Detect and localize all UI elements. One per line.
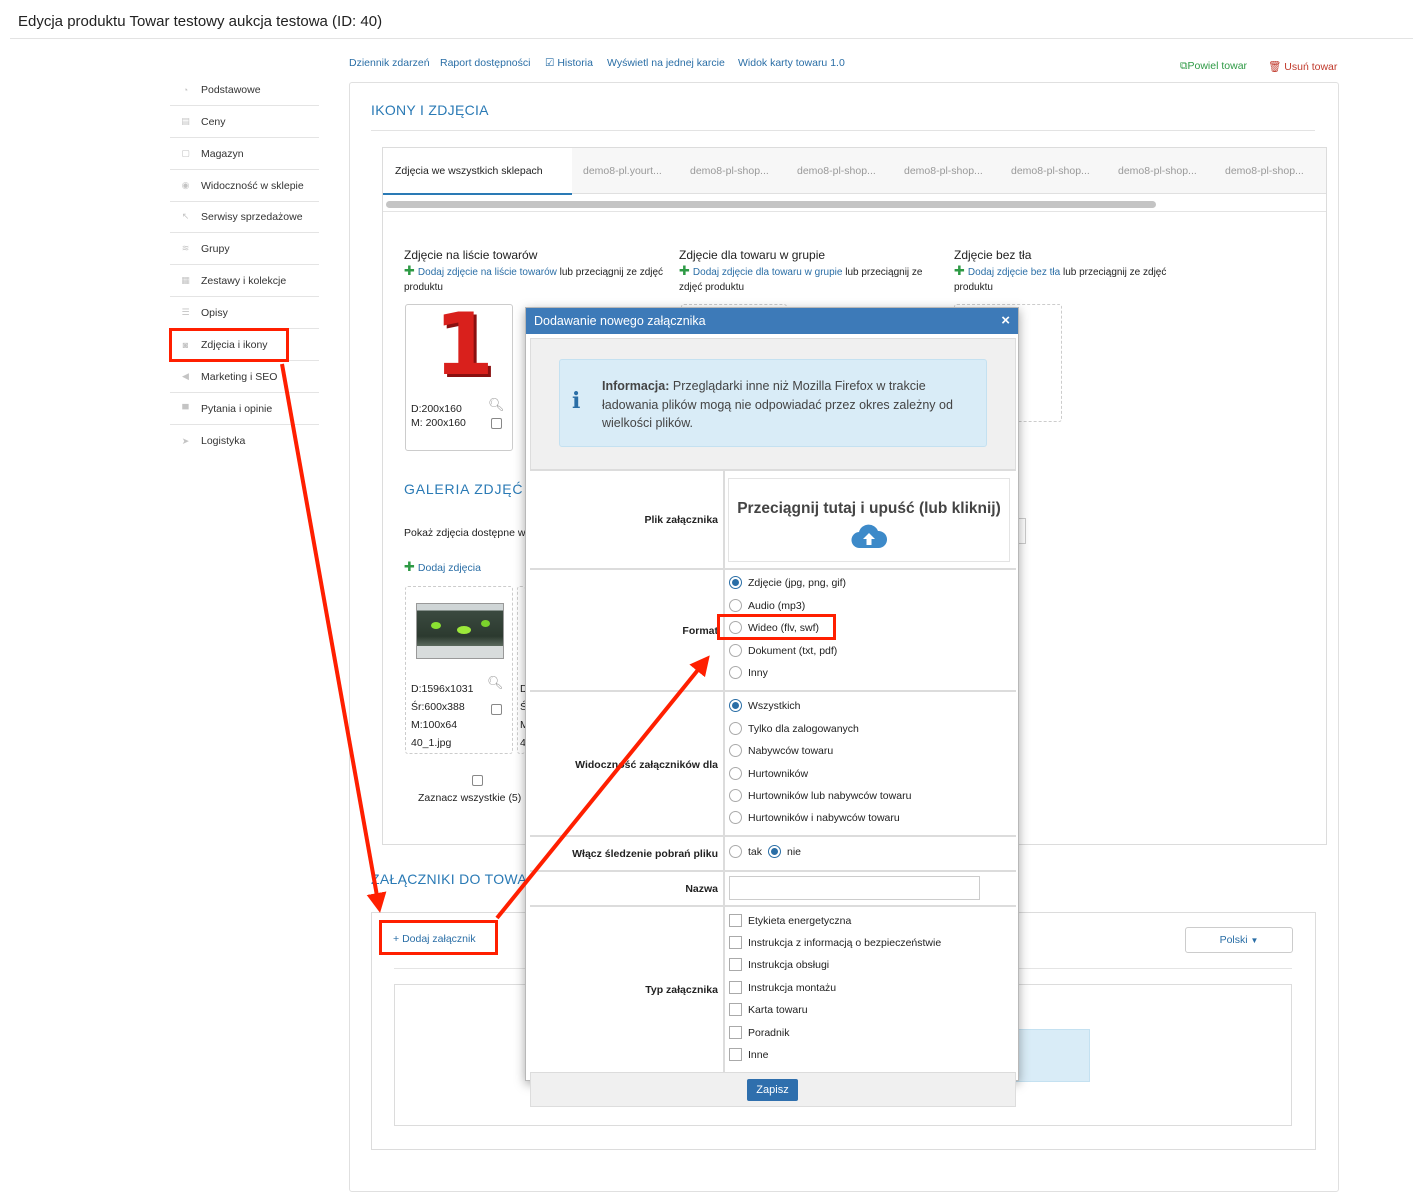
annotation-arrow-to-attachments bbox=[280, 363, 387, 913]
annotation-arrows bbox=[280, 363, 710, 920]
annotation-arrow-to-video bbox=[495, 655, 710, 920]
